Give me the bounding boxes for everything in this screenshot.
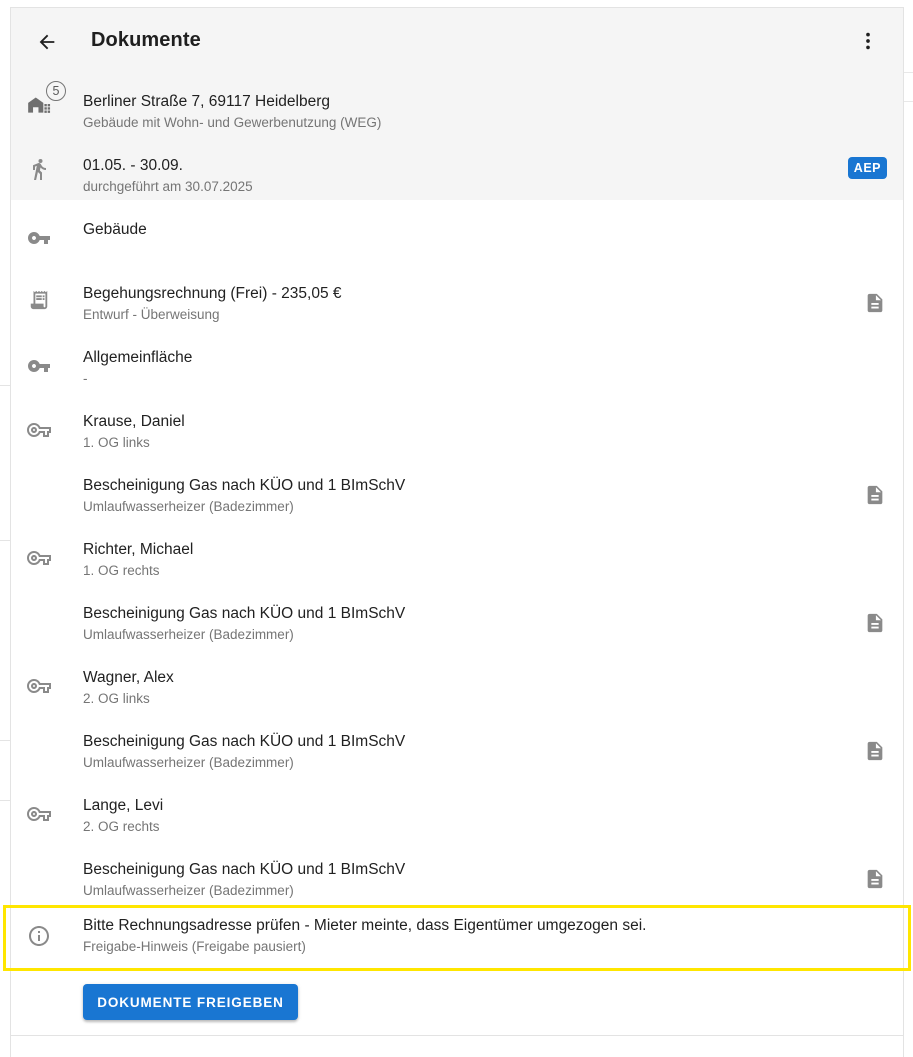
background-divider — [0, 740, 10, 741]
document-icon[interactable] — [863, 291, 887, 315]
document-icon[interactable] — [863, 611, 887, 635]
item-title: Bescheinigung Gas nach KÜO und 1 BImSchV — [83, 477, 406, 494]
key-icon — [25, 224, 53, 252]
list-item: Richter, Michael 1. OG rechts — [11, 520, 903, 584]
item-subtitle: Umlaufwasserheizer (Badezimmer) — [83, 755, 294, 770]
item-subtitle: Umlaufwasserheizer (Badezimmer) — [83, 499, 294, 514]
release-documents-button[interactable]: DOKUMENTE FREIGEBEN — [83, 984, 298, 1020]
list-item[interactable]: Bescheinigung Gas nach KÜO und 1 BImSchV… — [11, 584, 903, 648]
list-item: Krause, Daniel 1. OG links — [11, 392, 903, 456]
item-subtitle: 2. OG rechts — [83, 819, 160, 834]
item-subtitle: 1. OG rechts — [83, 563, 160, 578]
item-subtitle: - — [83, 371, 88, 386]
item-subtitle: Umlaufwasserheizer (Badezimmer) — [83, 627, 294, 642]
item-title: Wagner, Alex — [83, 669, 174, 686]
item-subtitle: 1. OG links — [83, 435, 150, 450]
list-item: Lange, Levi 2. OG rechts — [11, 776, 903, 840]
receipt-icon — [25, 286, 53, 314]
item-title: Richter, Michael — [83, 541, 194, 558]
key-icon — [25, 352, 53, 380]
item-subtitle: 2. OG links — [83, 691, 150, 706]
item-subtitle: Entwurf - Überweisung — [83, 307, 220, 322]
walking-person-icon — [25, 155, 53, 183]
back-button[interactable] — [33, 28, 61, 56]
list-item[interactable]: Begehungsrechnung (Frei) - 235,05 € Entw… — [11, 264, 903, 328]
list-item: Allgemeinfläche - — [11, 328, 903, 392]
background-divider — [0, 800, 10, 801]
document-icon[interactable] — [863, 739, 887, 763]
key-outline-icon — [25, 800, 53, 828]
item-title: Lange, Levi — [83, 797, 164, 814]
item-title: Bescheinigung Gas nach KÜO und 1 BImSchV — [83, 733, 406, 750]
property-row: Berliner Straße 7, 69117 Heidelberg Gebä… — [11, 72, 903, 136]
key-outline-icon — [25, 672, 53, 700]
list-item: Wagner, Alex 2. OG links — [11, 648, 903, 712]
item-title: Bescheinigung Gas nach KÜO und 1 BImSchV — [83, 605, 406, 622]
visit-period: 01.05. - 30.09. — [83, 157, 183, 174]
unit-count-badge: 5 — [46, 81, 66, 101]
visit-completed-date: durchgeführt am 30.07.2025 — [83, 179, 253, 194]
item-subtitle: Umlaufwasserheizer (Badezimmer) — [83, 883, 294, 898]
item-title: Allgemeinfläche — [83, 349, 193, 366]
list-item[interactable]: Bescheinigung Gas nach KÜO und 1 BImSchV… — [11, 712, 903, 776]
divider — [11, 1035, 903, 1036]
notice-highlight-frame — [3, 905, 911, 971]
item-title: Bescheinigung Gas nach KÜO und 1 BImSchV — [83, 861, 406, 878]
list-item: Gebäude — [11, 200, 903, 264]
document-icon[interactable] — [863, 867, 887, 891]
documents-dialog: Dokumente Berliner Straße 7, 69117 Heide… — [10, 7, 904, 1057]
property-type: Gebäude mit Wohn- und Gewerbenutzung (WE… — [83, 115, 382, 130]
background-divider — [0, 385, 10, 386]
aep-badge: AEP — [847, 157, 887, 179]
key-outline-icon — [25, 544, 53, 572]
arrow-left-icon — [39, 34, 55, 50]
property-address: Berliner Straße 7, 69117 Heidelberg — [83, 93, 330, 110]
list-item[interactable]: Bescheinigung Gas nach KÜO und 1 BImSchV… — [11, 840, 903, 904]
background-divider — [0, 540, 10, 541]
more-vertical-icon — [866, 32, 870, 50]
page-title: Dokumente — [91, 29, 201, 51]
item-title: Gebäude — [83, 221, 147, 238]
app-header: Dokumente — [11, 8, 903, 72]
document-icon[interactable] — [863, 483, 887, 507]
visit-row: 01.05. - 30.09. durchgeführt am 30.07.20… — [11, 136, 903, 200]
key-outline-icon — [25, 416, 53, 444]
item-title: Krause, Daniel — [83, 413, 185, 430]
item-title: Begehungsrechnung (Frei) - 235,05 € — [83, 285, 342, 302]
more-menu-button[interactable] — [855, 28, 881, 54]
list-item[interactable]: Bescheinigung Gas nach KÜO und 1 BImSchV… — [11, 456, 903, 520]
background-edge — [903, 72, 913, 102]
